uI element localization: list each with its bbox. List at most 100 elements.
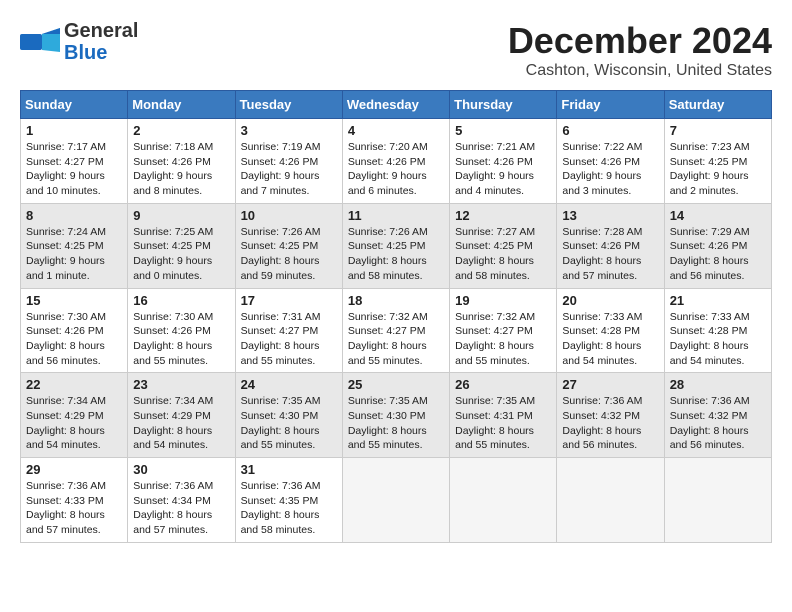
day-number: 15 — [26, 293, 122, 308]
month-title: December 2024 — [508, 20, 772, 62]
calendar-cell: 19 Sunrise: 7:32 AM Sunset: 4:27 PM Dayli… — [450, 288, 557, 373]
day-number: 18 — [348, 293, 444, 308]
calendar-week-5: 29 Sunrise: 7:36 AM Sunset: 4:33 PM Dayli… — [21, 458, 772, 543]
calendar-cell: 6 Sunrise: 7:22 AM Sunset: 4:26 PM Daylig… — [557, 119, 664, 204]
calendar-cell: 26Sunrise: 7:35 AM Sunset: 4:31 PM Dayli… — [450, 373, 557, 458]
calendar-cell: 23 Sunrise: 7:34 AM Sunset: 4:29 PM Dayli… — [128, 373, 235, 458]
calendar-cell: 16 Sunrise: 7:30 AM Sunset: 4:26 PM Dayli… — [128, 288, 235, 373]
calendar-cell: 20Sunrise: 7:33 AM Sunset: 4:28 PM Dayli… — [557, 288, 664, 373]
day-number: 12 — [455, 208, 551, 223]
day-number: 29 — [26, 462, 122, 477]
day-header-saturday: Saturday — [664, 91, 771, 119]
day-number: 1 — [26, 123, 122, 138]
day-info: Sunrise: 7:32 AM Sunset: 4:27 PM Dayligh… — [348, 310, 444, 369]
days-header-row: SundayMondayTuesdayWednesdayThursdayFrid… — [21, 91, 772, 119]
day-info: Sunrise: 7:36 AM Sunset: 4:33 PM Dayligh… — [26, 479, 122, 538]
day-info: Sunrise: 7:18 AM Sunset: 4:26 PM Dayligh… — [133, 140, 229, 199]
day-info: Sunrise: 7:19 AM Sunset: 4:26 PM Dayligh… — [241, 140, 337, 199]
logo-name: General — [64, 20, 138, 42]
day-info: Sunrise: 7:30 AM Sunset: 4:26 PM Dayligh… — [26, 310, 122, 369]
day-number: 8 — [26, 208, 122, 223]
day-header-wednesday: Wednesday — [342, 91, 449, 119]
day-info: Sunrise: 7:20 AM Sunset: 4:26 PM Dayligh… — [348, 140, 444, 199]
calendar-cell: 14 Sunrise: 7:29 AM Sunset: 4:26 PM Dayli… — [664, 203, 771, 288]
day-number: 24 — [241, 377, 337, 392]
day-info: Sunrise: 7:31 AM Sunset: 4:27 PM Dayligh… — [241, 310, 337, 369]
day-number: 23 — [133, 377, 229, 392]
logo: General Blue — [20, 20, 138, 64]
calendar-cell: 3 Sunrise: 7:19 AM Sunset: 4:26 PM Daylig… — [235, 119, 342, 204]
day-number: 5 — [455, 123, 551, 138]
day-number: 21 — [670, 293, 766, 308]
day-info: Sunrise: 7:29 AM Sunset: 4:26 PM Dayligh… — [670, 225, 766, 284]
day-number: 22 — [26, 377, 122, 392]
day-number: 4 — [348, 123, 444, 138]
page-header: General Blue December 2024 Cashton, Wisc… — [20, 20, 772, 80]
calendar-cell — [557, 458, 664, 543]
day-info: Sunrise: 7:34 AM Sunset: 4:29 PM Dayligh… — [26, 394, 122, 453]
day-number: 25 — [348, 377, 444, 392]
day-info: Sunrise: 7:36 AM Sunset: 4:32 PM Dayligh… — [670, 394, 766, 453]
day-info: Sunrise: 7:36 AM Sunset: 4:32 PM Dayligh… — [562, 394, 658, 453]
day-info: Sunrise: 7:36 AM Sunset: 4:35 PM Dayligh… — [241, 479, 337, 538]
day-info: Sunrise: 7:30 AM Sunset: 4:26 PM Dayligh… — [133, 310, 229, 369]
day-info: Sunrise: 7:34 AM Sunset: 4:29 PM Dayligh… — [133, 394, 229, 453]
day-info: Sunrise: 7:24 AM Sunset: 4:25 PM Dayligh… — [26, 225, 122, 284]
title-block: December 2024 Cashton, Wisconsin, United… — [508, 20, 772, 80]
day-info: Sunrise: 7:33 AM Sunset: 4:28 PM Dayligh… — [670, 310, 766, 369]
day-info: Sunrise: 7:26 AM Sunset: 4:25 PM Dayligh… — [241, 225, 337, 284]
day-info: Sunrise: 7:23 AM Sunset: 4:25 PM Dayligh… — [670, 140, 766, 199]
calendar-cell: 22 Sunrise: 7:34 AM Sunset: 4:29 PM Dayli… — [21, 373, 128, 458]
calendar-cell: 11Sunrise: 7:26 AM Sunset: 4:25 PM Dayli… — [342, 203, 449, 288]
calendar-cell: 12 Sunrise: 7:27 AM Sunset: 4:25 PM Dayli… — [450, 203, 557, 288]
day-number: 9 — [133, 208, 229, 223]
day-number: 28 — [670, 377, 766, 392]
day-number: 27 — [562, 377, 658, 392]
day-header-sunday: Sunday — [21, 91, 128, 119]
day-info: Sunrise: 7:22 AM Sunset: 4:26 PM Dayligh… — [562, 140, 658, 199]
calendar-cell: 24 Sunrise: 7:35 AM Sunset: 4:30 PM Dayli… — [235, 373, 342, 458]
calendar-cell: 25 Sunrise: 7:35 AM Sunset: 4:30 PM Dayli… — [342, 373, 449, 458]
calendar-cell: 15 Sunrise: 7:30 AM Sunset: 4:26 PM Dayli… — [21, 288, 128, 373]
calendar-table: SundayMondayTuesdayWednesdayThursdayFrid… — [20, 90, 772, 543]
day-info: Sunrise: 7:17 AM Sunset: 4:27 PM Dayligh… — [26, 140, 122, 199]
day-number: 16 — [133, 293, 229, 308]
calendar-cell: 21 Sunrise: 7:33 AM Sunset: 4:28 PM Dayli… — [664, 288, 771, 373]
day-number: 19 — [455, 293, 551, 308]
day-info: Sunrise: 7:32 AM Sunset: 4:27 PM Dayligh… — [455, 310, 551, 369]
day-info: Sunrise: 7:26 AM Sunset: 4:25 PM Dayligh… — [348, 225, 444, 284]
day-info: Sunrise: 7:25 AM Sunset: 4:25 PM Dayligh… — [133, 225, 229, 284]
day-info: Sunrise: 7:21 AM Sunset: 4:26 PM Dayligh… — [455, 140, 551, 199]
calendar-cell: 30Sunrise: 7:36 AM Sunset: 4:34 PM Dayli… — [128, 458, 235, 543]
day-info: Sunrise: 7:33 AM Sunset: 4:28 PM Dayligh… — [562, 310, 658, 369]
day-number: 14 — [670, 208, 766, 223]
calendar-cell: 7Sunrise: 7:23 AM Sunset: 4:25 PM Daylig… — [664, 119, 771, 204]
calendar-cell: 2Sunrise: 7:18 AM Sunset: 4:26 PM Daylig… — [128, 119, 235, 204]
day-number: 10 — [241, 208, 337, 223]
day-number: 3 — [241, 123, 337, 138]
day-info: Sunrise: 7:35 AM Sunset: 4:30 PM Dayligh… — [241, 394, 337, 453]
calendar-cell: 4 Sunrise: 7:20 AM Sunset: 4:26 PM Daylig… — [342, 119, 449, 204]
calendar-cell: 5 Sunrise: 7:21 AM Sunset: 4:26 PM Daylig… — [450, 119, 557, 204]
calendar-cell — [664, 458, 771, 543]
day-header-tuesday: Tuesday — [235, 91, 342, 119]
day-info: Sunrise: 7:35 AM Sunset: 4:30 PM Dayligh… — [348, 394, 444, 453]
calendar-week-2: 8 Sunrise: 7:24 AM Sunset: 4:25 PM Daylig… — [21, 203, 772, 288]
calendar-cell: 29 Sunrise: 7:36 AM Sunset: 4:33 PM Dayli… — [21, 458, 128, 543]
day-number: 17 — [241, 293, 337, 308]
day-number: 6 — [562, 123, 658, 138]
calendar-cell: 10 Sunrise: 7:26 AM Sunset: 4:25 PM Dayli… — [235, 203, 342, 288]
calendar-cell: 31Sunrise: 7:36 AM Sunset: 4:35 PM Dayli… — [235, 458, 342, 543]
calendar-week-1: 1 Sunrise: 7:17 AM Sunset: 4:27 PM Daylig… — [21, 119, 772, 204]
day-header-thursday: Thursday — [450, 91, 557, 119]
calendar-cell: 27 Sunrise: 7:36 AM Sunset: 4:32 PM Dayli… — [557, 373, 664, 458]
calendar-week-4: 22 Sunrise: 7:34 AM Sunset: 4:29 PM Dayli… — [21, 373, 772, 458]
day-number: 13 — [562, 208, 658, 223]
calendar-cell: 18 Sunrise: 7:32 AM Sunset: 4:27 PM Dayli… — [342, 288, 449, 373]
calendar-cell: 9 Sunrise: 7:25 AM Sunset: 4:25 PM Daylig… — [128, 203, 235, 288]
calendar-cell: 8 Sunrise: 7:24 AM Sunset: 4:25 PM Daylig… — [21, 203, 128, 288]
calendar-cell — [342, 458, 449, 543]
day-info: Sunrise: 7:27 AM Sunset: 4:25 PM Dayligh… — [455, 225, 551, 284]
calendar-cell: 17 Sunrise: 7:31 AM Sunset: 4:27 PM Dayli… — [235, 288, 342, 373]
calendar-cell: 1 Sunrise: 7:17 AM Sunset: 4:27 PM Daylig… — [21, 119, 128, 204]
